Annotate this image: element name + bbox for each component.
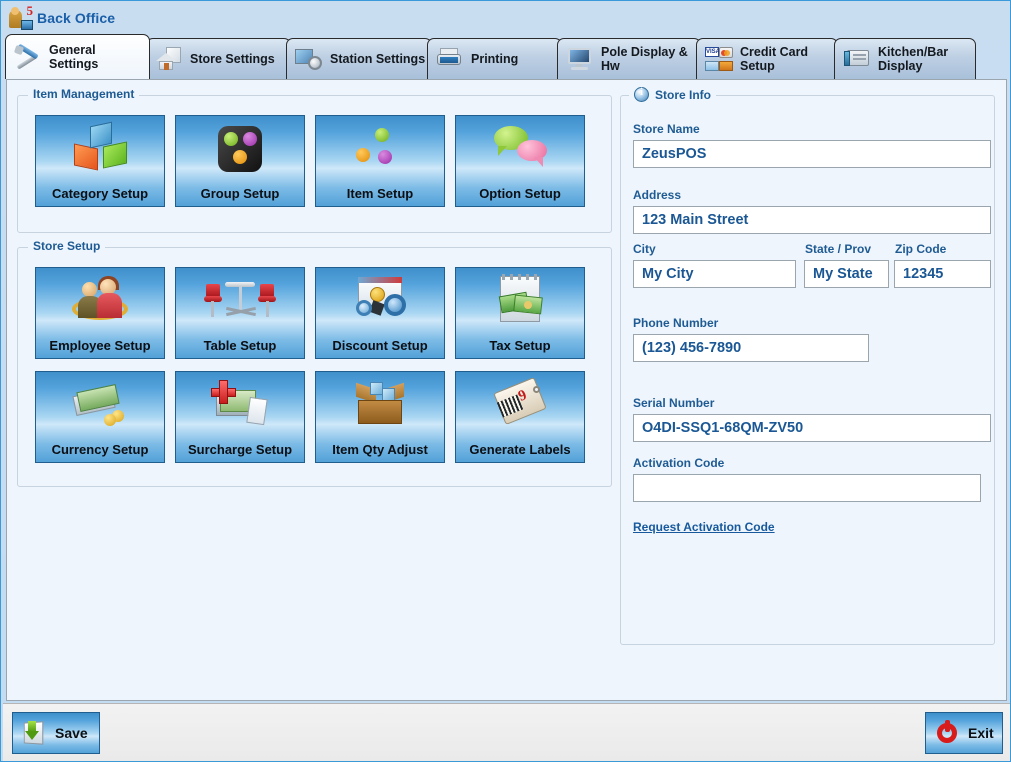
save-button-label: Save xyxy=(55,725,88,741)
tab-printing[interactable]: Printing xyxy=(427,38,562,79)
house-icon xyxy=(155,46,183,72)
discount-setup-button[interactable]: Discount Setup xyxy=(315,267,445,359)
wrench-screwdriver-icon xyxy=(13,43,42,70)
tab-label: Printing xyxy=(471,52,519,66)
tab-label: General Settings xyxy=(49,43,99,71)
tile-label: Generate Labels xyxy=(469,442,571,457)
category-setup-button[interactable]: Category Setup xyxy=(35,115,165,207)
tab-store-settings[interactable]: Store Settings xyxy=(146,38,291,79)
tile-label: Currency Setup xyxy=(51,442,149,457)
item-setup-button[interactable]: Item Setup xyxy=(315,115,445,207)
plus-money-receipt-icon xyxy=(176,380,304,432)
window-gears-coin-icon xyxy=(316,276,444,328)
monitor-gear-icon xyxy=(295,46,323,72)
item-qty-adjust-button[interactable]: Item Qty Adjust xyxy=(315,371,445,463)
tab-label: Kitchen/Bar Display xyxy=(878,45,949,73)
tab-label: Station Settings xyxy=(330,52,426,66)
window-title: Back Office xyxy=(37,10,116,26)
save-disk-icon xyxy=(21,719,47,747)
generate-labels-button[interactable]: 9 Generate Labels xyxy=(455,371,585,463)
cashier-icon: 5 xyxy=(7,4,33,31)
activation-label: Activation Code xyxy=(633,456,725,470)
colored-cubes-icon xyxy=(36,121,164,176)
serial-label: Serial Number xyxy=(633,396,715,410)
title-bar: 5 Back Office xyxy=(1,1,1010,35)
address-label: Address xyxy=(633,188,682,202)
pole-display-icon xyxy=(566,46,594,72)
phone-label: Phone Number xyxy=(633,316,719,330)
activation-code-input[interactable] xyxy=(633,474,981,502)
store-info-header: Store Info xyxy=(629,87,716,102)
two-people-icon xyxy=(36,276,164,328)
currency-setup-button[interactable]: Currency Setup xyxy=(35,371,165,463)
tab-label: Pole Display & Hw xyxy=(601,45,688,73)
exit-button[interactable]: Exit xyxy=(925,712,1003,754)
table-setup-button[interactable]: Table Setup xyxy=(175,267,305,359)
tab-general-settings[interactable]: General Settings xyxy=(5,34,150,79)
item-management-group: Item Management Category Setup Group Set… xyxy=(17,87,612,233)
table-chairs-icon xyxy=(176,276,304,328)
store-setup-title: Store Setup xyxy=(28,239,106,253)
tile-label: Table Setup xyxy=(203,338,277,353)
open-box-icon xyxy=(316,380,444,432)
power-off-icon xyxy=(934,719,960,747)
tile-label: Employee Setup xyxy=(49,338,151,353)
store-name-label: Store Name xyxy=(633,122,700,136)
price-tag-icon: 9 xyxy=(456,376,584,432)
three-dots-icon xyxy=(316,124,444,176)
surcharge-setup-button[interactable]: Surcharge Setup xyxy=(175,371,305,463)
tile-label: Surcharge Setup xyxy=(187,442,293,457)
item-management-title: Item Management xyxy=(28,87,140,101)
kitchen-display-icon xyxy=(843,46,871,72)
tile-label: Category Setup xyxy=(51,186,149,201)
tile-label: Group Setup xyxy=(200,186,280,201)
tab-credit-card-setup[interactable]: VISA Credit Card Setup xyxy=(696,38,838,79)
tax-setup-button[interactable]: Tax Setup xyxy=(455,267,585,359)
address-input[interactable]: 123 Main Street xyxy=(633,206,991,234)
zip-label: Zip Code xyxy=(895,242,947,256)
general-settings-panel: Item Management Category Setup Group Set… xyxy=(6,79,1007,701)
tab-kitchen-bar-display[interactable]: Kitchen/Bar Display xyxy=(834,38,976,79)
tile-label: Item Setup xyxy=(346,186,414,201)
city-input[interactable]: My City xyxy=(633,260,796,288)
save-button[interactable]: Save xyxy=(12,712,100,754)
request-activation-code-link[interactable]: Request Activation Code xyxy=(633,520,775,534)
footer-bar: Save Exit xyxy=(3,703,1010,761)
store-info-group: Store Info Store Name ZeusPOS Address 12… xyxy=(620,87,995,645)
state-label: State / Prov xyxy=(805,242,872,256)
credit-cards-icon: VISA xyxy=(705,46,733,72)
info-icon xyxy=(634,87,649,102)
store-info-title: Store Info xyxy=(655,87,711,102)
store-setup-group: Store Setup Employee Setup Table Setup D… xyxy=(17,239,612,487)
tab-station-settings[interactable]: Station Settings xyxy=(286,38,432,79)
exit-button-label: Exit xyxy=(968,725,994,741)
bills-coins-icon xyxy=(36,380,164,432)
speech-bubbles-icon xyxy=(456,124,584,176)
state-input[interactable]: My State xyxy=(804,260,889,288)
zip-input[interactable]: 12345 xyxy=(894,260,991,288)
tile-label: Option Setup xyxy=(479,186,561,201)
tile-label: Item Qty Adjust xyxy=(332,442,428,457)
group-setup-button[interactable]: Group Setup xyxy=(175,115,305,207)
employee-setup-button[interactable]: Employee Setup xyxy=(35,267,165,359)
dark-pad-dots-icon xyxy=(176,124,304,176)
notepad-money-icon xyxy=(456,274,584,328)
city-label: City xyxy=(633,242,656,256)
tab-bar: General Settings Store Settings Station … xyxy=(3,34,1010,79)
serial-input[interactable]: O4DI-SSQ1-68QM-ZV50 xyxy=(633,414,991,442)
tab-pole-display-hw[interactable]: Pole Display & Hw xyxy=(557,38,701,79)
tile-label: Tax Setup xyxy=(489,338,551,353)
store-name-input[interactable]: ZeusPOS xyxy=(633,140,991,168)
tab-label: Store Settings xyxy=(190,52,275,66)
phone-input[interactable]: (123) 456-7890 xyxy=(633,334,869,362)
tab-label: Credit Card Setup xyxy=(740,45,809,73)
option-setup-button[interactable]: Option Setup xyxy=(455,115,585,207)
back-office-window: 5 Back Office General Settings Store Set… xyxy=(0,0,1011,762)
tile-label: Discount Setup xyxy=(332,338,428,353)
printer-icon xyxy=(436,46,464,72)
